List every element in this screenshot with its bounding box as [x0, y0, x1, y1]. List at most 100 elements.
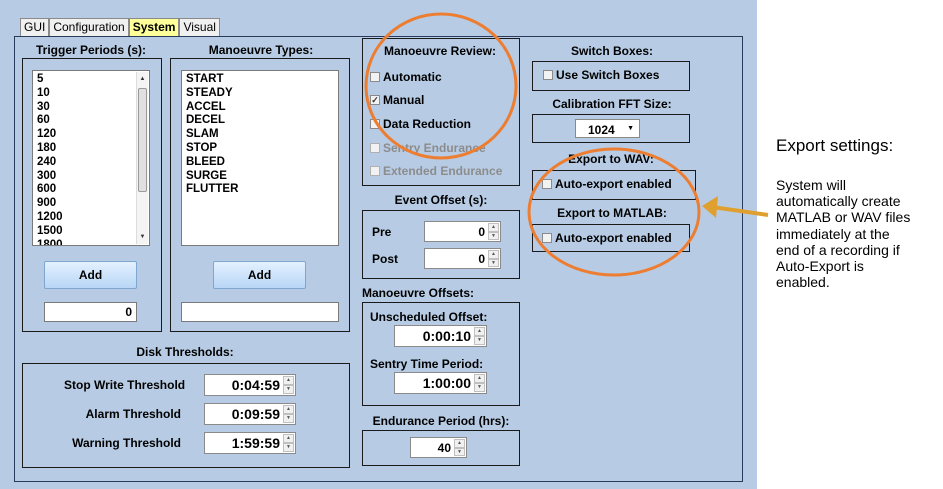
- stop-write-threshold-value: 0:04:59: [231, 377, 280, 393]
- checkbox-icon: [543, 70, 553, 80]
- scroll-down-icon[interactable]: ▼: [137, 232, 148, 242]
- trigger-period-item[interactable]: 600: [33, 183, 149, 197]
- stop-write-threshold-label: Stop Write Threshold: [64, 378, 186, 392]
- pre-offset-field[interactable]: 0 ▲ ▼: [424, 221, 501, 242]
- checkbox-icon: [370, 143, 380, 153]
- warning-threshold-field[interactable]: 1:59:59 ▲ ▼: [204, 432, 296, 454]
- spin-down-icon[interactable]: ▼: [474, 336, 485, 345]
- post-offset-field[interactable]: 0 ▲ ▼: [424, 248, 501, 269]
- sentry-endurance-label: Sentry Endurance: [383, 141, 486, 155]
- scroll-up-icon[interactable]: ▲: [137, 74, 148, 84]
- fft-size-dropdown[interactable]: 1024 ▼: [575, 119, 640, 138]
- manoeuvre-add-button[interactable]: Add: [213, 261, 306, 289]
- spin-up-icon[interactable]: ▲: [474, 374, 485, 383]
- spin-up-icon[interactable]: ▲: [283, 434, 294, 443]
- scroll-thumb[interactable]: [138, 88, 147, 192]
- manoeuvre-type-input[interactable]: [181, 302, 339, 322]
- trigger-period-item[interactable]: 5: [33, 73, 149, 87]
- trigger-period-item[interactable]: 1800: [33, 239, 149, 245]
- spin-up-icon[interactable]: ▲: [488, 223, 499, 232]
- trigger-period-item[interactable]: 120: [33, 128, 149, 142]
- alarm-threshold-label: Alarm Threshold: [85, 407, 181, 421]
- trigger-period-item[interactable]: 900: [33, 197, 149, 211]
- manoeuvre-types-title: Manoeuvre Types:: [208, 43, 314, 57]
- pre-offset-value: 0: [478, 224, 485, 239]
- spin-down-icon[interactable]: ▼: [474, 383, 485, 392]
- tab-system[interactable]: System: [128, 18, 180, 36]
- trigger-periods-scrollbar[interactable]: ▲ ▼: [136, 72, 148, 244]
- checkmark-icon: ✓: [370, 95, 380, 105]
- warning-threshold-value: 1:59:59: [231, 435, 280, 451]
- manoeuvre-type-item[interactable]: ACCEL: [182, 101, 338, 115]
- spin-up-icon[interactable]: ▲: [454, 439, 465, 448]
- checkbox-icon: [370, 72, 380, 82]
- manual-label: Manual: [383, 93, 425, 107]
- sentry-time-period-field[interactable]: 1:00:00 ▲ ▼: [394, 372, 487, 394]
- trigger-periods-list[interactable]: 5 10 30 60 120 180 240 300 600 900 1200 1500 1800 ▲ …: [32, 70, 150, 246]
- tab-bar: GUI Configuration System Visual: [20, 18, 220, 36]
- trigger-period-item[interactable]: 300: [33, 170, 149, 184]
- checkbox-icon: [370, 119, 380, 129]
- trigger-period-item[interactable]: 10: [33, 87, 149, 101]
- trigger-period-item[interactable]: 180: [33, 142, 149, 156]
- trigger-period-item[interactable]: 30: [33, 101, 149, 115]
- alarm-threshold-field[interactable]: 0:09:59 ▲ ▼: [204, 403, 296, 425]
- chevron-down-icon: ▼: [627, 125, 634, 132]
- spin-up-icon[interactable]: ▲: [283, 405, 294, 414]
- fft-size-value: 1024: [588, 123, 615, 137]
- manual-checkbox[interactable]: ✓ Manual: [370, 93, 424, 107]
- trigger-period-item[interactable]: 60: [33, 114, 149, 128]
- spin-down-icon[interactable]: ▼: [283, 443, 294, 452]
- trigger-period-item[interactable]: 240: [33, 156, 149, 170]
- spin-down-icon[interactable]: ▼: [488, 258, 499, 267]
- tab-visual[interactable]: Visual: [179, 18, 220, 36]
- checkbox-icon: [542, 179, 552, 189]
- checkbox-icon: [370, 166, 380, 176]
- trigger-period-item[interactable]: 1200: [33, 211, 149, 225]
- tab-configuration[interactable]: Configuration: [49, 18, 129, 36]
- spin-up-icon[interactable]: ▲: [283, 376, 294, 385]
- trigger-add-button[interactable]: Add: [44, 261, 137, 289]
- spin-down-icon[interactable]: ▼: [283, 385, 294, 394]
- trigger-period-input[interactable]: 0: [44, 302, 137, 322]
- manoeuvre-review-title: Manoeuvre Review:: [383, 44, 497, 58]
- warning-threshold-label: Warning Threshold: [72, 436, 181, 450]
- annotation-title: Export settings:: [776, 136, 894, 155]
- endurance-period-field[interactable]: 40 ▲ ▼: [410, 437, 467, 458]
- post-offset-value: 0: [478, 251, 485, 266]
- tab-gui[interactable]: GUI: [20, 18, 50, 36]
- extended-endurance-checkbox: Extended Endurance: [370, 164, 502, 178]
- extended-endurance-label: Extended Endurance: [383, 164, 503, 178]
- wav-auto-export-label: Auto-export enabled: [555, 177, 672, 191]
- spin-down-icon[interactable]: ▼: [454, 447, 465, 456]
- spin-up-icon[interactable]: ▲: [488, 250, 499, 259]
- trigger-period-item[interactable]: 1500: [33, 225, 149, 239]
- manoeuvre-type-item[interactable]: START: [182, 73, 338, 87]
- unscheduled-offset-field[interactable]: 0:00:10 ▲ ▼: [394, 325, 487, 347]
- switch-boxes-title: Switch Boxes:: [570, 44, 654, 58]
- manoeuvre-type-item[interactable]: FLUTTER: [182, 183, 338, 197]
- unscheduled-offset-value: 0:00:10: [422, 328, 471, 344]
- data-reduction-label: Data Reduction: [383, 117, 472, 131]
- wav-auto-export-checkbox[interactable]: Auto-export enabled: [542, 177, 672, 191]
- stop-write-threshold-field[interactable]: 0:04:59 ▲ ▼: [204, 374, 296, 396]
- data-reduction-checkbox[interactable]: Data Reduction: [370, 117, 471, 131]
- spin-down-icon[interactable]: ▼: [283, 414, 294, 423]
- manoeuvre-type-item[interactable]: SLAM: [182, 128, 338, 142]
- manoeuvre-types-list[interactable]: START STEADY ACCEL DECEL SLAM STOP BLEED SURGE F…: [181, 70, 339, 246]
- spin-up-icon[interactable]: ▲: [474, 327, 485, 336]
- spin-down-icon[interactable]: ▼: [488, 231, 499, 240]
- pre-label: Pre: [372, 225, 392, 239]
- use-switch-boxes-label: Use Switch Boxes: [556, 68, 660, 82]
- matlab-auto-export-checkbox[interactable]: Auto-export enabled: [542, 231, 672, 245]
- export-wav-title: Export to WAV:: [568, 152, 654, 166]
- endurance-period-value: 40: [437, 440, 451, 455]
- manoeuvre-type-item[interactable]: BLEED: [182, 156, 338, 170]
- sentry-endurance-checkbox: Sentry Endurance: [370, 141, 486, 155]
- manoeuvre-type-item[interactable]: DECEL: [182, 114, 338, 128]
- manoeuvre-type-item[interactable]: STEADY: [182, 87, 338, 101]
- use-switch-boxes-checkbox[interactable]: Use Switch Boxes: [543, 68, 659, 82]
- manoeuvre-type-item[interactable]: STOP: [182, 142, 338, 156]
- manoeuvre-type-item[interactable]: SURGE: [182, 170, 338, 184]
- automatic-checkbox[interactable]: Automatic: [370, 70, 442, 84]
